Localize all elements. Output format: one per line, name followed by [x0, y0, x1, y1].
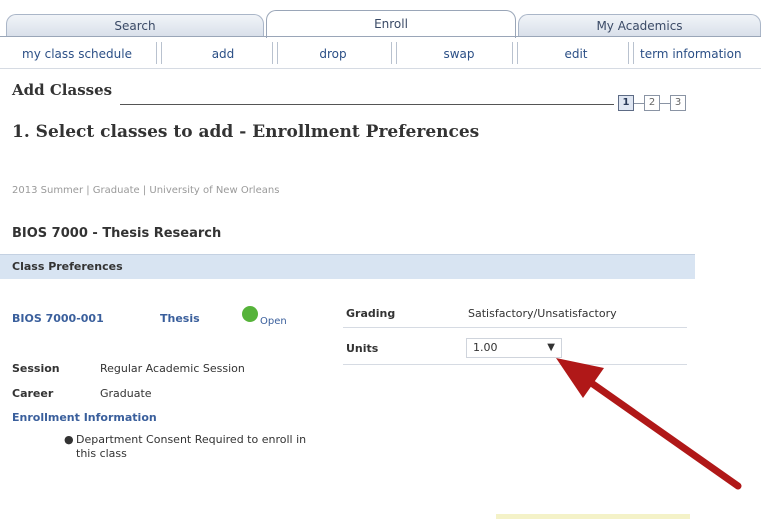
annotation-arrow-icon [556, 358, 742, 490]
